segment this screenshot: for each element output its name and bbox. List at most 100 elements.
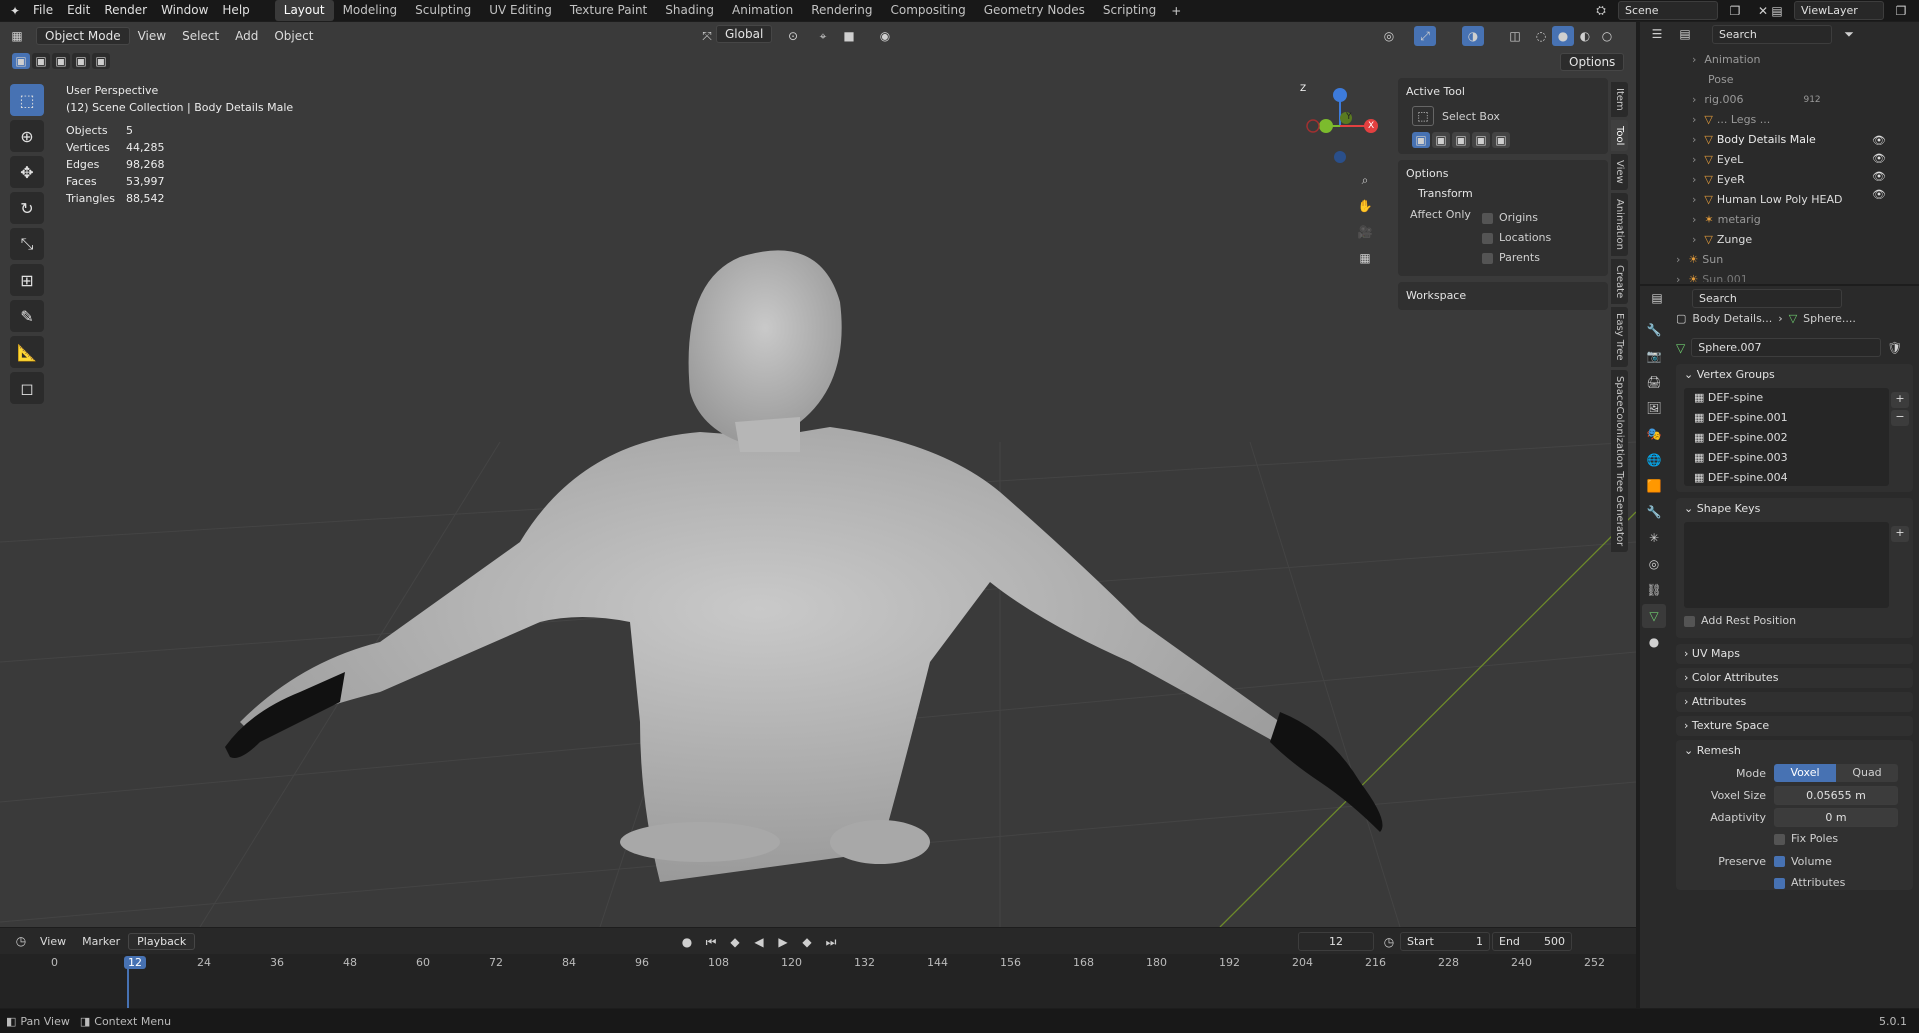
voxel-size-field[interactable]: 0.05655 m — [1774, 785, 1898, 805]
move-tool-icon[interactable]: ✥ — [10, 156, 44, 188]
particles-props-icon[interactable]: ✳ — [1642, 526, 1666, 550]
timeline-menu-view[interactable]: View — [32, 933, 74, 950]
select-subtract-icon[interactable]: ▣ — [52, 53, 70, 69]
remove-vertex-group-button[interactable]: − — [1891, 410, 1909, 426]
remesh-mode-voxel-button[interactable]: Voxel — [1774, 764, 1836, 782]
texture-space-panel[interactable]: › Texture Space — [1676, 716, 1913, 736]
vertex-group-item[interactable]: ▦ DEF-spine.002 — [1684, 428, 1889, 448]
eye-icon[interactable]: 👁 — [1872, 152, 1886, 165]
visibility-icon[interactable]: ◎ — [1378, 26, 1400, 46]
prev-keyframe-icon[interactable]: ◆ — [724, 932, 746, 952]
scene-icon[interactable]: ⛭ — [1590, 1, 1612, 21]
select-invert-icon[interactable]: ▣ — [72, 53, 90, 69]
tab-animation[interactable]: Animation — [723, 0, 802, 21]
select-intersect-icon[interactable]: ▣ — [92, 53, 110, 69]
remesh-header[interactable]: ⌄ Remesh — [1676, 740, 1913, 762]
output-props-icon[interactable]: 🖨 — [1642, 370, 1666, 394]
affect-origins-checkbox[interactable]: Origins — [1482, 208, 1551, 228]
vertex-group-item[interactable]: ▦ DEF-spine.004 — [1684, 468, 1889, 488]
uv-maps-panel[interactable]: › UV Maps — [1676, 644, 1913, 664]
jump-start-icon[interactable]: ⏮ — [700, 932, 722, 952]
transform-orientation-dropdown[interactable]: Global — [716, 25, 773, 43]
menu-edit[interactable]: Edit — [60, 0, 97, 21]
shape-keys-list[interactable] — [1684, 522, 1889, 608]
add-cube-tool-icon[interactable]: ◻ — [10, 372, 44, 404]
workspace-header[interactable]: Workspace — [1406, 286, 1600, 306]
menu-file[interactable]: File — [26, 0, 60, 21]
outliner-row-sun[interactable]: › ☀ Sun — [1640, 250, 1919, 269]
measure-tool-icon[interactable]: 📐 — [10, 336, 44, 368]
transform-tool-icon[interactable]: ⊞ — [10, 264, 44, 296]
select-extend-icon[interactable]: ▣ — [32, 53, 50, 69]
zoom-icon[interactable]: ⌕ — [1354, 170, 1376, 190]
render-props-icon[interactable]: 📷 — [1642, 344, 1666, 368]
scene-props-icon[interactable]: 🎭 — [1642, 422, 1666, 446]
modifier-props-icon[interactable]: 🔧 — [1642, 500, 1666, 524]
breadcrumb-object[interactable]: Body Details... — [1692, 312, 1772, 325]
object-props-icon[interactable]: 🟧 — [1642, 474, 1666, 498]
outliner-filter-icon[interactable]: ⏷ — [1838, 24, 1860, 44]
outliner-row-zunge[interactable]: › ▽ Zunge — [1640, 230, 1919, 249]
pan-hand-icon[interactable]: ✋ — [1354, 196, 1376, 216]
eye-icon[interactable]: 👁 — [1872, 170, 1886, 183]
tool-props-icon[interactable]: 🔧 — [1642, 318, 1666, 342]
tab-layout[interactable]: Layout — [274, 0, 334, 21]
clock-icon[interactable]: ◷ — [1378, 932, 1400, 952]
tab-tool[interactable]: Tool — [1611, 119, 1628, 152]
world-props-icon[interactable]: 🌐 — [1642, 448, 1666, 472]
select-new-icon[interactable]: ▣ — [12, 53, 30, 69]
tab-shading[interactable]: Shading — [656, 0, 723, 21]
options-dropdown[interactable]: Options — [1560, 53, 1625, 71]
color-attributes-panel[interactable]: › Color Attributes — [1676, 668, 1913, 688]
menu-render[interactable]: Render — [97, 0, 154, 21]
tool-select-intersect-icon[interactable]: ▣ — [1492, 132, 1510, 148]
viewport-menu-view[interactable]: View — [130, 27, 174, 45]
rotate-tool-icon[interactable]: ↻ — [10, 192, 44, 224]
add-workspace-icon[interactable]: + — [1165, 1, 1187, 21]
fake-user-shield-icon[interactable]: 🛡 — [1887, 341, 1902, 355]
tab-compositing[interactable]: Compositing — [881, 0, 974, 21]
affect-locations-checkbox[interactable]: Locations — [1482, 228, 1551, 248]
outliner-row-animation[interactable]: › Animation — [1640, 50, 1919, 69]
outliner-row-pose[interactable]: Pose — [1640, 70, 1919, 89]
viewport-menu-object[interactable]: Object — [266, 27, 321, 45]
timeline-menu-marker[interactable]: Marker — [74, 933, 128, 950]
new-scene-icon[interactable]: ❐ — [1724, 1, 1746, 21]
vertex-group-item[interactable]: ▦ DEF-spine.001 — [1684, 408, 1889, 428]
ortho-grid-icon[interactable]: ▦ — [1354, 248, 1376, 268]
eye-icon[interactable]: 👁 — [1872, 188, 1886, 201]
vertex-group-item[interactable]: ▦ DEF-spine — [1684, 388, 1889, 408]
physics-props-icon[interactable]: ◎ — [1642, 552, 1666, 576]
tab-rendering[interactable]: Rendering — [802, 0, 881, 21]
outliner[interactable]: ☰ ▤ Search ⏷ › Animation Pose › rig.006 912… — [1640, 22, 1919, 284]
play-icon[interactable]: ▶ — [772, 932, 794, 952]
rendered-shading-icon[interactable]: ○ — [1596, 26, 1618, 46]
end-frame-field[interactable]: End 500 — [1492, 932, 1572, 951]
timeline-playback-dropdown[interactable]: Playback — [128, 932, 196, 950]
workspace-section[interactable]: Workspace — [1398, 282, 1608, 310]
view-layer-field[interactable]: ViewLayer — [1794, 1, 1884, 20]
properties-editor-type-icon[interactable]: ▤ — [1646, 288, 1668, 308]
breadcrumb-data[interactable]: Sphere.... — [1803, 312, 1856, 325]
fix-poles-checkbox[interactable]: Fix Poles — [1676, 828, 1913, 850]
proportional-edit-icon[interactable]: ◉ — [874, 26, 896, 46]
tool-select-subtract-icon[interactable]: ▣ — [1452, 132, 1470, 148]
outliner-row-rig[interactable]: › rig.006 912 — [1640, 90, 1919, 109]
mesh-data-props-icon[interactable]: ▽ — [1642, 604, 1666, 628]
adaptivity-field[interactable]: 0 m — [1774, 807, 1898, 827]
mesh-data-icon[interactable]: ▽ — [1676, 341, 1685, 355]
outliner-row-sun-001[interactable]: › ☀ Sun.001 — [1640, 270, 1919, 282]
3d-viewport[interactable]: ▦ Object Mode View Select Add Object ⤧ G… — [0, 22, 1636, 927]
tab-scripting[interactable]: Scripting — [1094, 0, 1165, 21]
menu-window[interactable]: Window — [154, 0, 215, 21]
start-frame-field[interactable]: Start 1 — [1400, 932, 1490, 951]
play-reverse-icon[interactable]: ◀ — [748, 932, 770, 952]
constraints-props-icon[interactable]: ⛓ — [1642, 578, 1666, 602]
transform-header[interactable]: Transform — [1406, 184, 1600, 204]
annotate-tool-icon[interactable]: ✎ — [10, 300, 44, 332]
solid-shading-icon[interactable]: ● — [1552, 26, 1574, 46]
overlay-toggle-icon[interactable]: ◑ — [1462, 26, 1484, 46]
mesh-name-field[interactable]: Sphere.007 — [1691, 338, 1882, 357]
tab-view[interactable]: View — [1611, 154, 1628, 190]
properties-editor[interactable]: ▤ Search 🔧 📷 🖨 🖼 🎭 🌐 🟧 🔧 ✳ ◎ ⛓ ▽ ● ▢ Bod… — [1640, 286, 1919, 1008]
